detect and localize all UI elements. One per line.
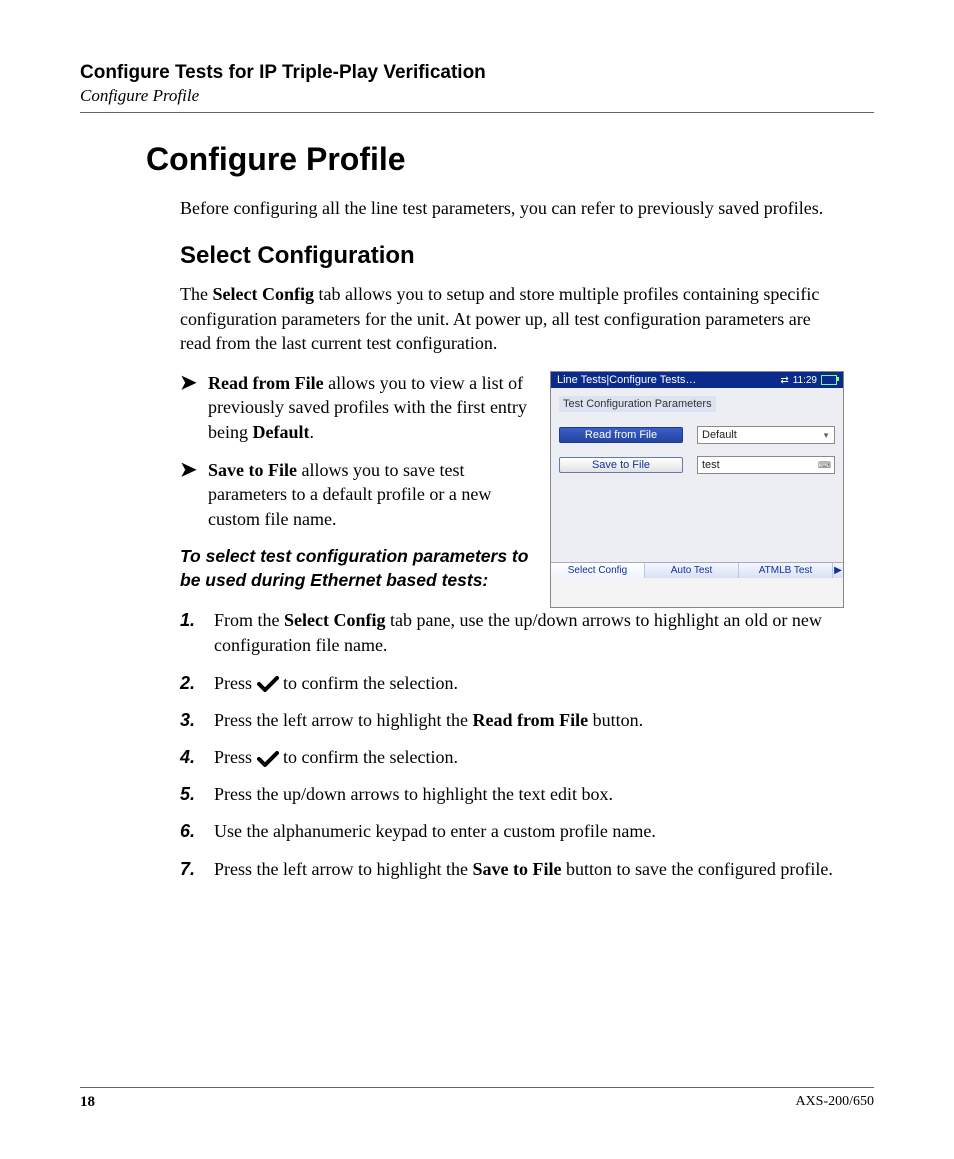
signal-icon: ⇄: [780, 375, 788, 386]
chevron-down-icon: ▼: [822, 431, 830, 440]
bullet-arrow-icon: ➤: [180, 371, 198, 444]
keyboard-icon: ⌨: [818, 460, 830, 471]
subsection-description: The Select Config tab allows you to setu…: [180, 282, 844, 355]
tab-atmlb-test[interactable]: ATMLB Test: [739, 563, 832, 578]
tab-select-config[interactable]: Select Config: [551, 563, 645, 578]
chapter-title: Configure Tests for IP Triple-Play Verif…: [80, 62, 874, 84]
instruction-lead: To select test configuration parameters …: [180, 545, 532, 592]
model-label: AXS-200/650: [795, 1094, 874, 1111]
bullet-read-from-file: ➤ Read from File allows you to view a li…: [180, 371, 532, 444]
screenshot-caption: Test Configuration Parameters: [559, 396, 716, 412]
check-icon: [257, 751, 279, 767]
device-screenshot: Line Tests|Configure Tests… ⇄ 11:29 Test…: [550, 371, 844, 608]
footer-separator: [80, 1087, 874, 1088]
profile-dropdown[interactable]: Default ▼: [697, 426, 835, 444]
step-1: From the Select Config tab pane, use the…: [180, 608, 844, 658]
subsection-title: Select Configuration: [180, 242, 874, 270]
bullet-arrow-icon: ➤: [180, 458, 198, 531]
breadcrumb: Configure Profile: [80, 86, 874, 106]
read-from-file-button[interactable]: Read from File: [559, 427, 683, 443]
header-separator: [80, 112, 874, 113]
bullet-save-to-file: ➤ Save to File allows you to save test p…: [180, 458, 532, 531]
section-title: Configure Profile: [146, 141, 874, 178]
step-7: Press the left arrow to highlight the Sa…: [180, 857, 844, 882]
battery-icon: [821, 375, 837, 385]
screenshot-titlebar: Line Tests|Configure Tests… ⇄ 11:29: [551, 372, 843, 388]
section-intro: Before configuring all the line test par…: [180, 196, 844, 220]
step-5: Press the up/down arrows to highlight th…: [180, 782, 844, 807]
save-to-file-button[interactable]: Save to File: [559, 457, 683, 473]
profile-dropdown-value: Default: [702, 429, 737, 441]
screenshot-title-text: Line Tests|Configure Tests…: [557, 374, 696, 386]
page-number: 18: [80, 1094, 95, 1111]
step-6: Use the alphanumeric keypad to enter a c…: [180, 819, 844, 844]
profile-name-input[interactable]: test ⌨: [697, 456, 835, 474]
step-3: Press the left arrow to highlight the Re…: [180, 708, 844, 733]
step-4: Press to confirm the selection.: [180, 745, 844, 770]
step-2: Press to confirm the selection.: [180, 671, 844, 696]
tab-auto-test[interactable]: Auto Test: [645, 563, 739, 578]
tab-scroll-right-icon[interactable]: ▶: [832, 563, 843, 578]
profile-name-value: test: [702, 459, 720, 471]
clock-label: 11:29: [793, 375, 817, 386]
check-icon: [257, 676, 279, 692]
